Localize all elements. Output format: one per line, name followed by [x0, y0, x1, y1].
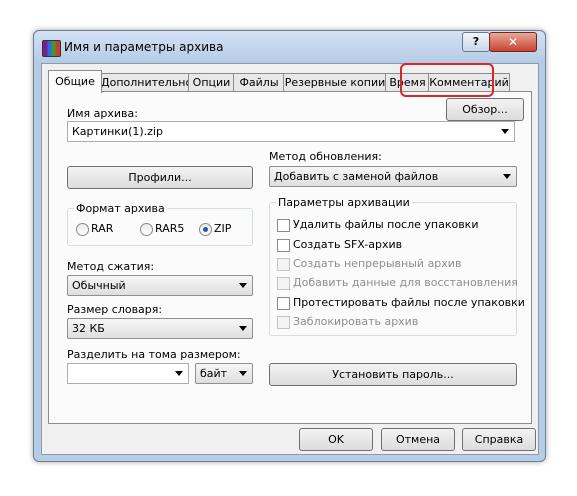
- chevron-down-icon: [239, 326, 247, 331]
- tab-files[interactable]: Файлы: [233, 73, 285, 92]
- winrar-books-icon: [42, 40, 61, 57]
- update-method-select[interactable]: Добавить с заменой файлов: [269, 166, 517, 187]
- delete-files-label[interactable]: Удалить файлы после упаковки: [293, 218, 478, 231]
- close-button[interactable]: ✕: [489, 32, 537, 52]
- tab-general[interactable]: Общие: [48, 70, 102, 93]
- set-password-button[interactable]: Установить пароль...: [269, 363, 517, 386]
- lock-archive-checkbox: [277, 316, 290, 329]
- help-footer-button[interactable]: Справка: [462, 428, 536, 451]
- general-panel: Имя архива: Обзор... Картинки(1).zip Мет…: [48, 91, 532, 424]
- browse-highlight-annotation: [400, 63, 494, 97]
- test-files-label[interactable]: Протестировать файлы после упаковки: [293, 296, 525, 309]
- delete-files-checkbox[interactable]: [277, 219, 290, 232]
- recovery-record-checkbox: [277, 277, 290, 290]
- compression-label: Метод сжатия:: [67, 260, 155, 273]
- dialog-client: Общие Дополнительно Опции Файлы Резервны…: [41, 63, 539, 455]
- compression-select[interactable]: Обычный: [67, 275, 253, 296]
- recovery-record-label: Добавить данные для восстановления: [293, 276, 518, 289]
- title-bar[interactable]: Имя и параметры архива ? ✕: [34, 31, 545, 63]
- ok-button[interactable]: OK: [299, 428, 373, 451]
- split-unit-select[interactable]: байт: [195, 363, 253, 384]
- lock-archive-label: Заблокировать архив: [293, 315, 419, 328]
- window-title: Имя и параметры архива: [64, 40, 224, 54]
- update-method-value: Добавить с заменой файлов: [274, 170, 439, 183]
- tab-options[interactable]: Опции: [188, 73, 235, 92]
- radio-zip-label[interactable]: ZIP: [214, 222, 231, 235]
- radio-rar5-label[interactable]: RAR5: [155, 222, 184, 235]
- chevron-down-icon: [239, 371, 247, 376]
- archive-name-label: Имя архива:: [67, 107, 138, 120]
- cancel-button[interactable]: Отмена: [381, 428, 455, 451]
- radio-rar[interactable]: [76, 223, 89, 236]
- radio-rar5[interactable]: [140, 223, 153, 236]
- radio-rar-label[interactable]: RAR: [91, 222, 113, 235]
- compression-value: Обычный: [72, 279, 126, 292]
- create-sfx-checkbox[interactable]: [277, 239, 290, 252]
- solid-archive-checkbox: [277, 258, 290, 271]
- chevron-down-icon: [503, 174, 511, 179]
- split-unit-value: байт: [200, 367, 228, 380]
- radio-selected-dot: [203, 227, 208, 232]
- tab-backup[interactable]: Резервные копии: [283, 73, 387, 92]
- create-sfx-label[interactable]: Создать SFX-архив: [293, 238, 402, 251]
- update-method-label: Метод обновления:: [269, 150, 382, 163]
- chevron-down-icon: [239, 283, 247, 288]
- chevron-down-icon[interactable]: [501, 129, 509, 134]
- split-size-input[interactable]: [67, 363, 189, 384]
- browse-button[interactable]: Обзор...: [446, 98, 524, 121]
- radio-zip[interactable]: [199, 223, 212, 236]
- archive-format-title: Формат архива: [74, 202, 167, 215]
- split-label: Разделить на тома размером:: [67, 348, 241, 361]
- archive-options-title: Параметры архивации: [276, 196, 412, 209]
- chevron-down-icon[interactable]: [175, 371, 183, 376]
- dictionary-value: 32 КБ: [72, 322, 105, 335]
- archive-name-input[interactable]: Картинки(1).zip: [67, 121, 515, 142]
- tab-advanced[interactable]: Дополнительно: [100, 73, 192, 92]
- solid-archive-label: Создать непрерывный архив: [293, 257, 462, 270]
- dictionary-label: Размер словаря:: [67, 303, 163, 316]
- profiles-button[interactable]: Профили...: [67, 166, 253, 189]
- help-button[interactable]: ?: [462, 32, 490, 52]
- test-files-checkbox[interactable]: [277, 297, 290, 310]
- archive-name-value: Картинки(1).zip: [72, 125, 163, 138]
- dictionary-select[interactable]: 32 КБ: [67, 318, 253, 339]
